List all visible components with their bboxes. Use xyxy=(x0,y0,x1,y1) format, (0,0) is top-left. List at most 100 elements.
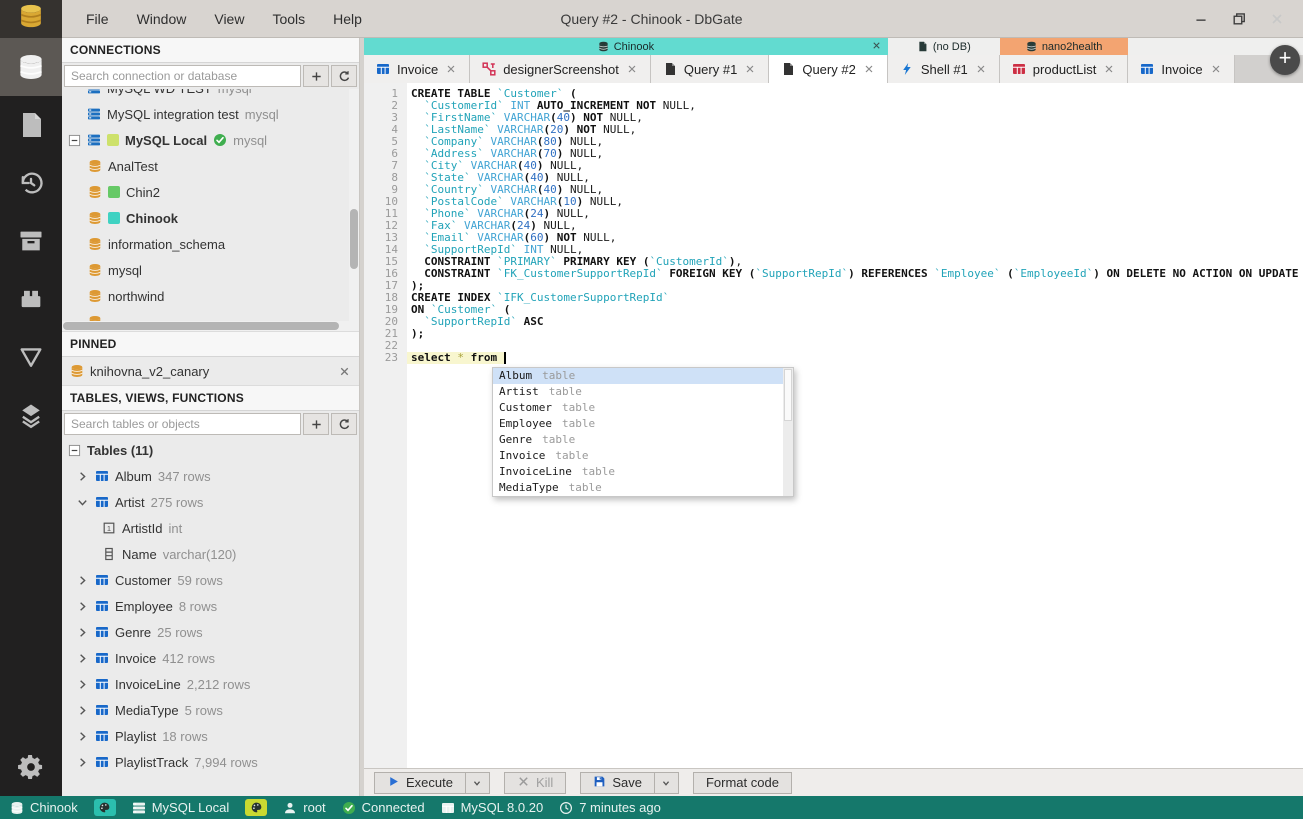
autocomplete-item-artist[interactable]: Artist table xyxy=(493,384,783,400)
item-label: Customer xyxy=(115,572,172,588)
autocomplete-item-genre[interactable]: Genre table xyxy=(493,432,783,448)
tables-search-input[interactable] xyxy=(64,413,301,435)
connection-label: MySQL Local xyxy=(125,132,208,148)
connection-item-information-schema[interactable]: information_schema xyxy=(62,231,359,257)
connection-item-northwind[interactable]: northwind xyxy=(62,283,359,309)
tab-query-2[interactable]: Query #2 xyxy=(769,55,888,83)
connections-search-input[interactable] xyxy=(64,65,301,87)
new-tab-button[interactable]: + xyxy=(1270,45,1300,75)
activity-database[interactable] xyxy=(0,38,62,96)
execute-label: Execute xyxy=(406,775,453,790)
execute-dropdown-button[interactable] xyxy=(465,771,490,794)
table-item-album[interactable]: Album 347 rows xyxy=(62,463,359,489)
save-dropdown-button[interactable] xyxy=(654,771,679,794)
clock-icon xyxy=(559,801,573,815)
item-meta: 25 rows xyxy=(157,624,203,640)
connection-item-chin2[interactable]: Chin2 xyxy=(62,179,359,205)
connections-hscrollbar[interactable] xyxy=(62,321,350,331)
tab-productlist[interactable]: productList xyxy=(999,55,1129,83)
table-item-customer[interactable]: Customer 59 rows xyxy=(62,567,359,593)
code-line: 16 CONSTRAINT `FK_CustomerSupportRepId` … xyxy=(364,268,1303,280)
column-item-artistid[interactable]: 1 ArtistId int xyxy=(62,515,359,541)
item-meta: 8 rows xyxy=(178,598,218,614)
close-group-button[interactable] xyxy=(871,40,882,51)
pinned-item-knihovna_v2_canary[interactable]: knihovna_v2_canary xyxy=(62,357,359,385)
menu-help[interactable]: Help xyxy=(321,7,374,31)
status-mysql-local: MySQL Local xyxy=(132,800,229,815)
execute-button[interactable]: Execute xyxy=(374,771,466,794)
item-meta: 2,212 rows xyxy=(186,676,251,692)
restore-button[interactable] xyxy=(1227,7,1251,31)
kill-button[interactable]: Kill xyxy=(503,771,567,794)
tab-shell-1[interactable]: Shell #1 xyxy=(887,55,1000,83)
tables-group-header[interactable]: Tables (11) xyxy=(62,437,359,463)
status-color-button[interactable] xyxy=(245,799,268,816)
menu-tools[interactable]: Tools xyxy=(260,7,317,31)
connection-item-chinook[interactable]: Chinook xyxy=(62,205,359,231)
connections-vscrollbar[interactable] xyxy=(349,89,359,331)
tab-query-1[interactable]: Query #1 xyxy=(650,55,770,83)
autocomplete-item-customer[interactable]: Customer table xyxy=(493,400,783,416)
tab-designerscreenshot[interactable]: designerScreenshot xyxy=(470,55,651,83)
close-tab-button[interactable] xyxy=(445,63,457,75)
connection-item-mysql-wd-test[interactable]: MySQL WD TEST mysql xyxy=(62,89,359,101)
save-button[interactable]: Save xyxy=(580,771,655,794)
activity-history[interactable] xyxy=(0,154,62,212)
autocomplete-item-employee[interactable]: Employee table xyxy=(493,416,783,432)
activity-files[interactable] xyxy=(0,96,62,154)
tab-group-header[interactable]: nano2health xyxy=(999,38,1129,55)
status-color-button[interactable] xyxy=(93,799,116,816)
table-item-genre[interactable]: Genre 25 rows xyxy=(62,619,359,645)
menu-window[interactable]: Window xyxy=(125,7,199,31)
tab-group-header[interactable]: (no DB) xyxy=(887,38,1000,55)
close-tab-button[interactable] xyxy=(863,63,875,75)
table-item-employee[interactable]: Employee 8 rows xyxy=(62,593,359,619)
autocomplete-scrollbar[interactable] xyxy=(783,368,793,496)
close-tab-button[interactable] xyxy=(626,63,638,75)
tab-invoice[interactable]: Invoice xyxy=(1128,55,1235,83)
table-item-mediatype[interactable]: MediaType 5 rows xyxy=(62,697,359,723)
minimize-button[interactable] xyxy=(1189,7,1213,31)
activity-layers[interactable] xyxy=(0,386,62,444)
table-item-playlist[interactable]: Playlist 18 rows xyxy=(62,723,359,749)
activity-plugins[interactable] xyxy=(0,270,62,328)
close-button[interactable] xyxy=(1265,7,1289,31)
tab-label: productList xyxy=(1032,61,1097,77)
autocomplete-item-album[interactable]: Album table xyxy=(493,368,783,384)
refresh-connections-button[interactable] xyxy=(331,65,357,87)
connection-item-analtest[interactable]: AnalTest xyxy=(62,153,359,179)
activity-archive[interactable] xyxy=(0,212,62,270)
table-item-playlisttrack[interactable]: PlaylistTrack 7,994 rows xyxy=(62,749,359,775)
chevron-right-icon xyxy=(76,756,89,769)
table-item-artist[interactable]: Artist 275 rows xyxy=(62,489,359,515)
line-number: 4 xyxy=(391,123,398,136)
menu-view[interactable]: View xyxy=(202,7,256,31)
activity-filter[interactable] xyxy=(0,328,62,386)
connection-item-mysql[interactable]: mysql xyxy=(62,257,359,283)
database-icon xyxy=(88,211,102,225)
connection-item-mysql-local[interactable]: MySQL Local mysql xyxy=(62,127,359,153)
add-connection-button[interactable] xyxy=(303,65,329,87)
format-code-button[interactable]: Format code xyxy=(692,771,792,794)
close-tab-button[interactable] xyxy=(744,63,756,75)
close-tab-button[interactable] xyxy=(1210,63,1222,75)
table-icon xyxy=(1140,62,1154,76)
autocomplete-item-invoiceline[interactable]: InvoiceLine table xyxy=(493,464,783,480)
item-label: Invoice xyxy=(115,650,157,666)
table-item-invoice[interactable]: Invoice 412 rows xyxy=(62,645,359,671)
autocomplete-item-mediatype[interactable]: MediaType table xyxy=(493,480,783,496)
menu-file[interactable]: File xyxy=(74,7,121,31)
table-item-invoiceline[interactable]: InvoiceLine 2,212 rows xyxy=(62,671,359,697)
connection-item-mysql-integration-test[interactable]: MySQL integration test mysql xyxy=(62,101,359,127)
tab-invoice[interactable]: Invoice xyxy=(364,55,471,83)
close-tab-button[interactable] xyxy=(975,63,987,75)
refresh-tables-button[interactable] xyxy=(331,413,357,435)
unpin-button[interactable] xyxy=(338,365,351,378)
autocomplete-item-invoice[interactable]: Invoice table xyxy=(493,448,783,464)
tab-group-header[interactable]: Chinook xyxy=(364,38,888,55)
add-table-button[interactable] xyxy=(303,413,329,435)
activity-settings[interactable] xyxy=(0,738,62,796)
column-item-name[interactable]: Name varchar(120) xyxy=(62,541,359,567)
sql-editor[interactable]: 1 CREATE TABLE `Customer` (2 `CustomerId`… xyxy=(364,83,1303,768)
close-tab-button[interactable] xyxy=(1103,63,1115,75)
